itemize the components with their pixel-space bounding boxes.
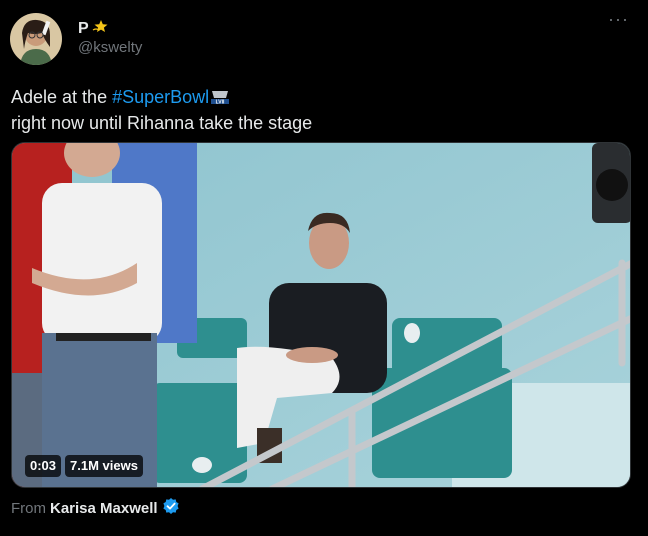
author-avatar[interactable] <box>10 13 62 65</box>
video-view-count: 7.1M views <box>65 455 143 477</box>
author-name-row[interactable]: P <box>78 18 110 39</box>
video-frame <box>12 143 630 487</box>
attribution-source-link[interactable]: Karisa Maxwell <box>50 500 158 517</box>
hashtag-link[interactable]: #SuperBowl <box>112 87 209 107</box>
author-handle[interactable]: @kswelty <box>78 39 142 56</box>
tweet-text: Adele at the #SuperBowl LVII right now u… <box>11 86 631 135</box>
sparkle-star-icon <box>92 18 110 39</box>
tweet-text-prefix: Adele at the <box>11 87 113 107</box>
video-info-badges: 0:03 7.1M views <box>25 455 143 477</box>
avatar-illustration <box>10 13 62 65</box>
author-display-name[interactable]: P <box>78 20 89 38</box>
video-player[interactable] <box>11 142 631 488</box>
video-timestamp: 0:03 <box>25 455 62 477</box>
attribution-prefix: From <box>11 499 46 517</box>
more-options-icon[interactable]: ··· <box>608 10 629 28</box>
svg-text:LVII: LVII <box>216 99 225 105</box>
video-attribution: From Karisa Maxwell <box>11 497 180 519</box>
tweet-text-line2: right now until Rihanna take the stage <box>11 113 313 133</box>
super-bowl-lvii-icon: LVII <box>209 89 231 112</box>
verified-badge-icon <box>162 497 180 519</box>
